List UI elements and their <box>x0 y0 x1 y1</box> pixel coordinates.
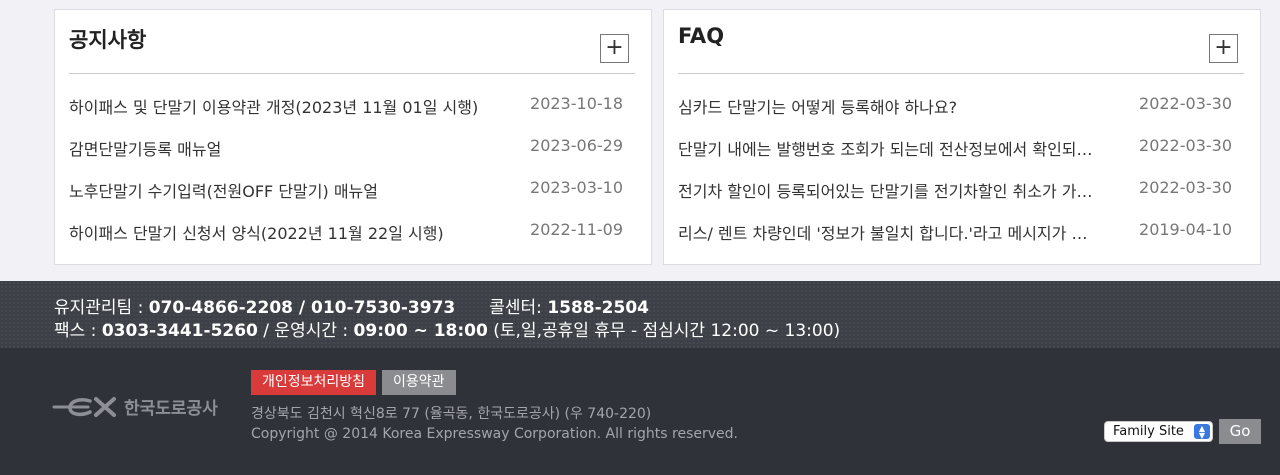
board-area: 공지사항 + 하이패스 및 단말기 이용약관 개정(2023년 11월 01일 … <box>0 0 1280 281</box>
list-item: 하이패스 및 단말기 이용약관 개정(2023년 11월 01일 시행) 202… <box>69 94 623 136</box>
family-site-label: Family Site <box>1113 424 1184 439</box>
notice-more-button[interactable]: + <box>600 34 629 63</box>
notice-item-title[interactable]: 하이패스 단말기 신청서 양식(2022년 11월 22일 시행) <box>69 220 509 244</box>
divider <box>678 73 1244 74</box>
faq-item-title[interactable]: 리스/ 렌트 차량인데 '정보가 불일치 합니다.'라고 메시지가 나… <box>678 220 1098 244</box>
list-item: 심카드 단말기는 어떻게 등록해야 하나요? 2022-03-30 <box>678 94 1232 136</box>
contact-line-fax-hours: 팩스 : 0303-3441-5260 / 운영시간 : 09:00 ~ 18:… <box>54 316 840 341</box>
notice-item-date: 2023-06-29 <box>530 136 623 155</box>
fax-number: 0303-3441-5260 <box>101 321 258 341</box>
list-item: 전기차 할인이 등록되어있는 단말기를 전기차할인 취소가 가… 2022-03… <box>678 178 1232 220</box>
svg-text:한국도로공사: 한국도로공사 <box>124 399 218 419</box>
faq-item-date: 2022-03-30 <box>1139 94 1232 113</box>
faq-item-title[interactable]: 전기차 할인이 등록되어있는 단말기를 전기차할인 취소가 가… <box>678 178 1098 202</box>
faq-item-date: 2022-03-30 <box>1139 178 1232 197</box>
faq-title: FAQ <box>678 24 725 48</box>
call-center-label: 콜센터: <box>489 298 548 318</box>
notice-item-date: 2023-03-10 <box>530 178 623 197</box>
expressway-logo: 한국도로공사 <box>52 397 218 419</box>
maint-label: 유지관리팀 : <box>54 298 149 318</box>
faq-item-date: 2019-04-10 <box>1139 220 1232 239</box>
list-item: 노후단말기 수기입력(전원OFF 단말기) 매뉴얼 2023-03-10 <box>69 178 623 220</box>
hours-note: (토,일,공휴일 휴무 - 점심시간 12:00 ~ 13:00) <box>487 321 841 341</box>
go-button[interactable]: Go <box>1219 419 1261 444</box>
notice-item-title[interactable]: 감면단말기등록 매뉴얼 <box>69 136 509 160</box>
family-site-select[interactable]: Family Site ▲ ▼ <box>1104 421 1213 442</box>
faq-list: 심카드 단말기는 어떻게 등록해야 하나요? 2022-03-30 단말기 내에… <box>678 94 1232 262</box>
faq-item-title[interactable]: 단말기 내에는 발행번호 조회가 되는데 전산정보에서 확인되… <box>678 136 1098 160</box>
list-item: 리스/ 렌트 차량인데 '정보가 불일치 합니다.'라고 메시지가 나… 201… <box>678 220 1232 262</box>
contact-bar: 유지관리팀 : 070-4866-2208 / 010-7530-3973 콜센터… <box>0 281 1280 348</box>
site-footer: 한국도로공사 개인정보처리방침 이용약관 경상북도 김천시 혁신8로 77 (율… <box>0 348 1280 475</box>
terms-link[interactable]: 이용약관 <box>382 370 456 395</box>
fax-label: 팩스 : <box>54 321 102 341</box>
address-text: 경상북도 김천시 혁신8로 77 (율곡동, 한국도로공사) (우 740-22… <box>251 406 652 422</box>
notice-item-date: 2022-11-09 <box>530 220 623 239</box>
call-center-phone: 1588-2504 <box>547 298 649 318</box>
notice-panel: 공지사항 + 하이패스 및 단말기 이용약관 개정(2023년 11월 01일 … <box>54 9 652 265</box>
notice-item-date: 2023-10-18 <box>530 94 623 113</box>
list-item: 하이패스 단말기 신청서 양식(2022년 11월 22일 시행) 2022-1… <box>69 220 623 262</box>
list-item: 단말기 내에는 발행번호 조회가 되는데 전산정보에서 확인되… 2022-03… <box>678 136 1232 178</box>
list-item: 감면단말기등록 매뉴얼 2023-06-29 <box>69 136 623 178</box>
contact-line-phones: 유지관리팀 : 070-4866-2208 / 010-7530-3973 콜센터… <box>54 293 649 318</box>
chevron-updown-icon: ▲ ▼ <box>1194 424 1210 440</box>
faq-item-date: 2022-03-30 <box>1139 136 1232 155</box>
hours-value: 09:00 ~ 18:00 <box>353 321 488 341</box>
faq-more-button[interactable]: + <box>1209 34 1238 63</box>
copyright-text: Copyright @ 2014 Korea Expressway Corpor… <box>251 426 738 442</box>
faq-item-title[interactable]: 심카드 단말기는 어떻게 등록해야 하나요? <box>678 94 1098 118</box>
notice-title: 공지사항 <box>69 28 147 52</box>
divider <box>69 73 635 74</box>
maint-phone: 070-4866-2208 / 010-7530-3973 <box>148 298 456 318</box>
privacy-policy-link[interactable]: 개인정보처리방침 <box>251 370 377 395</box>
notice-item-title[interactable]: 노후단말기 수기입력(전원OFF 단말기) 매뉴얼 <box>69 178 509 202</box>
notice-list: 하이패스 및 단말기 이용약관 개정(2023년 11월 01일 시행) 202… <box>69 94 623 262</box>
notice-item-title[interactable]: 하이패스 및 단말기 이용약관 개정(2023년 11월 01일 시행) <box>69 94 509 118</box>
policy-links: 개인정보처리방침 이용약관 <box>251 370 456 395</box>
faq-panel: FAQ + 심카드 단말기는 어떻게 등록해야 하나요? 2022-03-30 … <box>663 9 1261 265</box>
hours-label: / 운영시간 : <box>257 321 354 341</box>
